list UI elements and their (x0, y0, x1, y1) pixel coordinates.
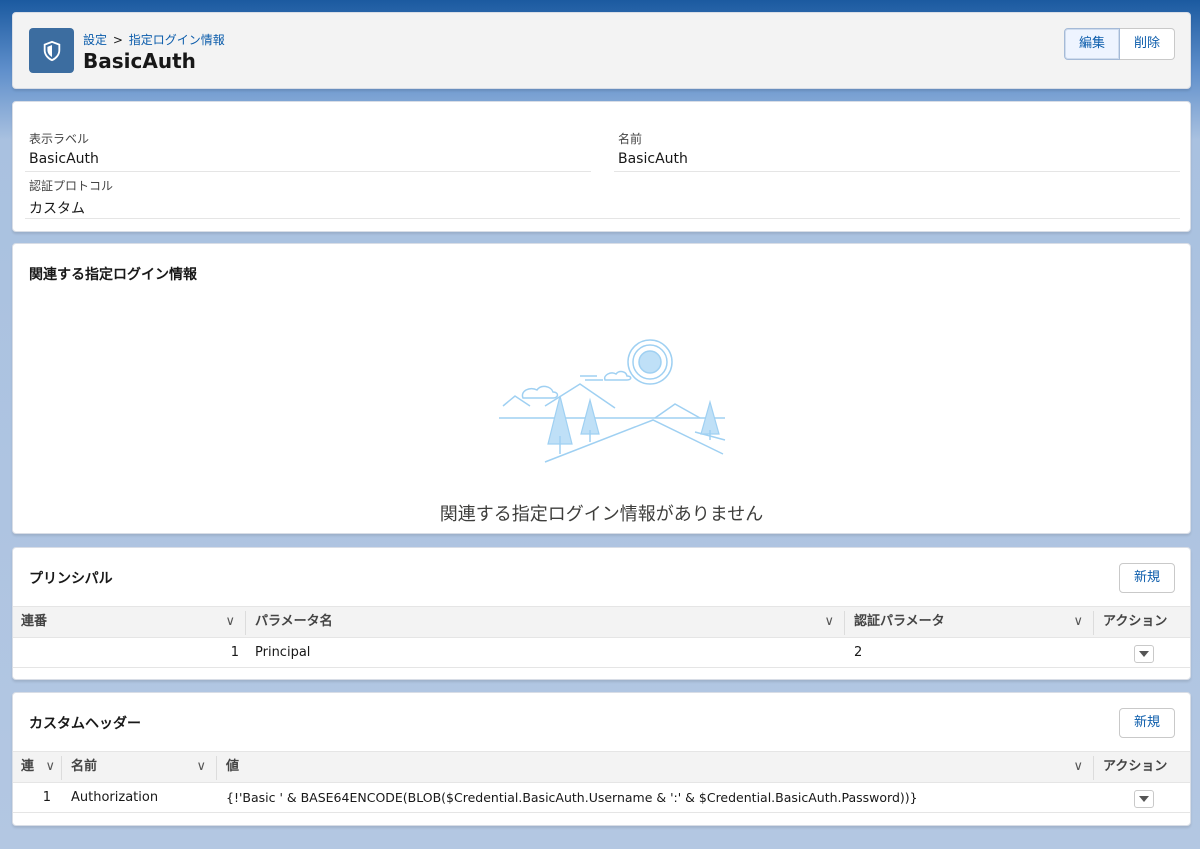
caret-down-icon (1139, 796, 1149, 802)
column-label: 認証パラメータ (854, 614, 945, 629)
new-principal-button[interactable]: 新規 (1118, 563, 1175, 593)
column-label: 値 (226, 759, 240, 774)
breadcrumb-link-setup[interactable]: 設定 (83, 33, 107, 47)
details-card: 表示ラベル BasicAuth 名前 BasicAuth 認証プロトコル カスタ… (12, 101, 1191, 232)
empty-state-illustration-icon (499, 339, 726, 463)
column-header-action: アクション (1095, 752, 1190, 782)
column-label: 名前 (71, 759, 98, 774)
column-divider (1093, 611, 1094, 635)
chevron-down-icon[interactable]: ∨ (196, 752, 206, 782)
record-header: 設定 > 指定ログイン情報 BasicAuth 編集 削除 (12, 12, 1191, 89)
field-value: BasicAuth (29, 151, 99, 167)
column-label: アクション (1103, 614, 1168, 629)
edit-button[interactable]: 編集 (1063, 28, 1120, 60)
table-row: 1 Authorization {!'Basic ' & BASE64ENCOD… (13, 783, 1190, 813)
column-label: 連番 (21, 614, 48, 629)
table-row: 1 Principal 2 (13, 638, 1190, 668)
related-named-credentials-card: 関連する指定ログイン情報 関連する指定ログイン情報がありません (12, 243, 1191, 534)
table-header: 連番 ∨ パラメータ名 ∨ 認証パラメータ ∨ アクション (13, 606, 1190, 638)
cell-seq: 1 (230, 645, 239, 660)
row-action-menu-button[interactable] (1134, 645, 1154, 663)
cell-param-name: Principal (255, 645, 311, 660)
delete-button[interactable]: 削除 (1119, 28, 1175, 60)
new-custom-header-button[interactable]: 新規 (1118, 708, 1175, 738)
column-label: パラメータ名 (255, 614, 333, 629)
column-label: アクション (1103, 759, 1168, 774)
column-header-seq[interactable]: 連番 ∨ (13, 607, 245, 637)
column-divider (844, 611, 845, 635)
field-name: 名前 BasicAuth (614, 130, 1180, 172)
column-header-seq[interactable]: 連 ∨ (13, 752, 61, 782)
field-value: カスタム (29, 201, 85, 217)
chevron-down-icon[interactable]: ∨ (225, 607, 235, 637)
breadcrumb-separator: > (112, 33, 123, 47)
cell-seq: 1 (42, 790, 51, 805)
column-divider (61, 756, 62, 780)
custom-headers-card: カスタムヘッダー 新規 連 ∨ 名前 ∨ 値 ∨ アクション 1 Authori… (12, 692, 1191, 826)
column-header-action: アクション (1095, 607, 1190, 637)
field-display-label: 表示ラベル BasicAuth (25, 130, 591, 172)
column-divider (245, 611, 246, 635)
cell-auth-param: 2 (854, 645, 863, 660)
column-header-auth-param[interactable]: 認証パラメータ ∨ (846, 607, 1093, 637)
chevron-down-icon[interactable]: ∨ (45, 752, 55, 782)
caret-down-icon (1139, 651, 1149, 657)
cell-name: Authorization (71, 790, 159, 805)
field-value: BasicAuth (618, 151, 688, 167)
section-title: カスタムヘッダー (29, 716, 141, 732)
cell-value: {!'Basic ' & BASE64ENCODE(BLOB($Credenti… (226, 790, 918, 805)
column-header-param-name[interactable]: パラメータ名 ∨ (247, 607, 844, 637)
column-header-name[interactable]: 名前 ∨ (63, 752, 216, 782)
section-title: 関連する指定ログイン情報 (29, 267, 197, 283)
column-label: 連 (21, 759, 35, 774)
column-header-value[interactable]: 値 ∨ (218, 752, 1093, 782)
principals-card: プリンシパル 新規 連番 ∨ パラメータ名 ∨ 認証パラメータ ∨ アクション … (12, 547, 1191, 680)
breadcrumb: 設定 > 指定ログイン情報 (83, 31, 225, 48)
section-title: プリンシパル (29, 571, 113, 587)
field-label: 表示ラベル (29, 132, 90, 146)
table-header: 連 ∨ 名前 ∨ 値 ∨ アクション (13, 751, 1190, 783)
header-button-group: 編集 削除 (1063, 28, 1175, 60)
page-title: BasicAuth (83, 49, 196, 73)
column-divider (1093, 756, 1094, 780)
chevron-down-icon[interactable]: ∨ (1073, 752, 1083, 782)
row-action-menu-button[interactable] (1134, 790, 1154, 808)
chevron-down-icon[interactable]: ∨ (1073, 607, 1083, 637)
chevron-down-icon[interactable]: ∨ (824, 607, 834, 637)
field-label: 名前 (618, 132, 643, 146)
shield-icon (29, 28, 74, 73)
empty-state-message: 関連する指定ログイン情報がありません (439, 504, 764, 525)
breadcrumb-link-named-credentials[interactable]: 指定ログイン情報 (129, 33, 225, 47)
column-divider (216, 756, 217, 780)
field-auth-protocol: 認証プロトコル カスタム (25, 177, 1180, 219)
field-label: 認証プロトコル (29, 179, 114, 193)
